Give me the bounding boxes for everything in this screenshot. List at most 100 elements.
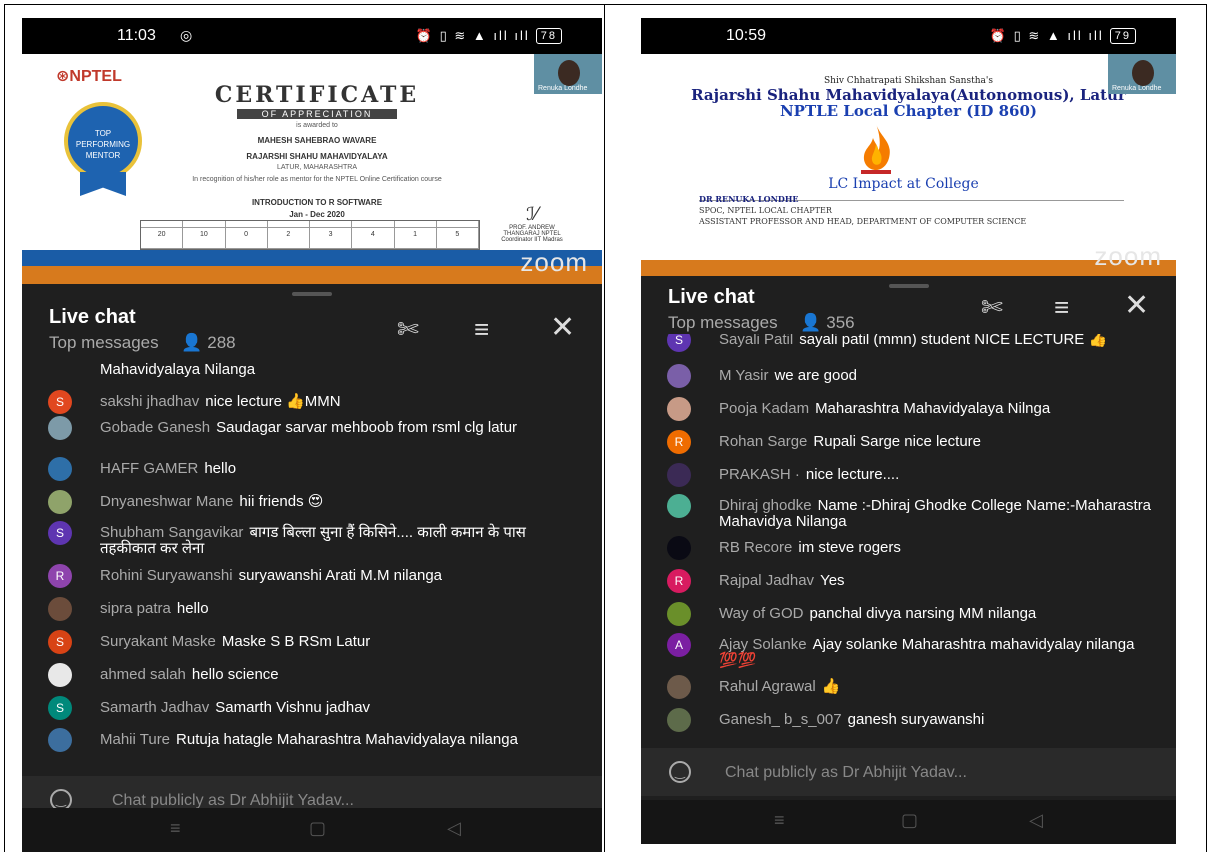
chat-author[interactable]: Dnyaneshwar Mane bbox=[100, 493, 233, 510]
chat-author[interactable]: Rohini Suryawanshi bbox=[100, 567, 233, 584]
chat-author[interactable]: Samarth Jadhav bbox=[100, 699, 209, 716]
chat-author[interactable]: Rahul Agrawal bbox=[719, 678, 816, 695]
chat-author[interactable]: PRAKASH · bbox=[719, 466, 800, 483]
back-button[interactable]: ◁ bbox=[447, 818, 461, 839]
avatar[interactable] bbox=[667, 494, 691, 518]
avatar[interactable] bbox=[667, 463, 691, 487]
participant-thumbnail[interactable]: Renuka Londhe bbox=[532, 54, 602, 94]
chat-body: Rutuja hatagle Maharashtra Mahavidyalaya… bbox=[176, 731, 518, 748]
menu-button[interactable]: ≡ bbox=[170, 818, 181, 839]
chat-body: Yes bbox=[820, 572, 845, 589]
avatar[interactable] bbox=[48, 490, 72, 514]
chat-author[interactable]: Rohan Sarge bbox=[719, 433, 807, 450]
avatar[interactable] bbox=[48, 597, 72, 621]
phone-screen-left: 11:03 ◎ ⏰ ▯ ≋ ▲ ıll ıll 78 ⊛NPTEL TOP PE… bbox=[22, 18, 602, 852]
chat-message-text: Rajpal Jadhav Yes bbox=[719, 573, 1156, 589]
chat-author[interactable]: sipra patra bbox=[100, 600, 171, 617]
avatar[interactable]: R bbox=[48, 564, 72, 588]
table-cell: 4 bbox=[352, 228, 395, 249]
chat-author[interactable]: Shubham Sangavikar bbox=[100, 524, 243, 541]
chat-author[interactable]: ahmed salah bbox=[100, 666, 186, 683]
chat-message-text: Gobade Ganesh Saudagar sarvar mehboob fro… bbox=[100, 420, 582, 436]
certificate-awarded: is awarded to bbox=[296, 122, 338, 129]
chat-subtitle[interactable]: Top messages 👤 356 bbox=[668, 313, 855, 333]
avatar[interactable]: S bbox=[48, 630, 72, 654]
filter-icon[interactable]: ≡ bbox=[1054, 292, 1069, 323]
avatar[interactable] bbox=[667, 602, 691, 626]
home-button[interactable]: ▢ bbox=[309, 818, 326, 839]
scissors-icon[interactable]: ✄ bbox=[397, 314, 419, 345]
avatar[interactable] bbox=[48, 728, 72, 752]
chat-author[interactable]: Way of GOD bbox=[719, 605, 803, 622]
signature-block: ℐ⁄ PROF. ANDREW THANGARAJ NPTEL Coordina… bbox=[492, 204, 572, 243]
chat-author[interactable]: Ganesh_ b_s_007 bbox=[719, 711, 842, 728]
chat-body: panchal divya narsing MM nilanga bbox=[809, 605, 1037, 622]
filter-icon[interactable]: ≡ bbox=[474, 314, 489, 345]
scissors-icon[interactable]: ✄ bbox=[981, 292, 1003, 323]
certificate-title: CERTIFICATE bbox=[214, 82, 420, 108]
avatar[interactable] bbox=[667, 536, 691, 560]
avatar[interactable] bbox=[667, 397, 691, 421]
avatar[interactable]: R bbox=[667, 569, 691, 593]
close-icon[interactable]: ✕ bbox=[1124, 288, 1149, 323]
avatar[interactable]: S bbox=[48, 390, 72, 414]
chat-input[interactable]: Chat publicly as Dr Abhijit Yadav... bbox=[725, 764, 967, 782]
avatar[interactable] bbox=[48, 416, 72, 440]
chat-input-bar[interactable]: ‿ Chat publicly as Dr Abhijit Yadav... bbox=[641, 748, 1176, 796]
close-icon[interactable]: ✕ bbox=[550, 310, 575, 345]
battery-icon: 79 bbox=[1109, 28, 1136, 44]
avatar[interactable]: R bbox=[667, 430, 691, 454]
participant-name: Renuka Londhe bbox=[538, 85, 588, 92]
avatar[interactable]: S bbox=[48, 696, 72, 720]
home-button[interactable]: ▢ bbox=[901, 810, 918, 831]
phone-screen-right: 10:59 ⏰ ▯ ≋ ▲ ıll ıll 79 Shiv Chhatrapat… bbox=[641, 18, 1176, 844]
viewers-icon: 👤 bbox=[800, 313, 822, 332]
status-signal-icons: ⏰ ▯ ≋ ▲ ıll ıll bbox=[989, 28, 1104, 43]
avatar[interactable] bbox=[48, 663, 72, 687]
avatar[interactable] bbox=[48, 457, 72, 481]
chat-body: 👍 bbox=[821, 678, 841, 695]
chat-message-text: ahmed salah hello science bbox=[100, 667, 582, 683]
avatar[interactable]: A bbox=[667, 633, 691, 657]
drag-handle[interactable] bbox=[292, 292, 332, 296]
back-button[interactable]: ◁ bbox=[1029, 810, 1043, 831]
avatar[interactable] bbox=[667, 675, 691, 699]
avatar[interactable] bbox=[667, 708, 691, 732]
chat-author[interactable]: Pooja Kadam bbox=[719, 400, 809, 417]
status-bar: 10:59 ⏰ ▯ ≋ ▲ ıll ıll 79 bbox=[641, 18, 1176, 54]
chat-message-text: Pooja Kadam Maharashtra Mahavidyalaya Nil… bbox=[719, 401, 1156, 417]
chat-author[interactable]: Mahii Ture bbox=[100, 731, 170, 748]
video-share-screen[interactable]: ⊛NPTEL TOP PERFORMING MENTOR CERTIFICATE… bbox=[22, 54, 602, 284]
chat-body: hello bbox=[204, 460, 237, 477]
chat-body: Samarth Vishnu jadhav bbox=[215, 699, 371, 716]
chat-message-list[interactable]: S Sayali Patil sayali patil (mmn) student … bbox=[641, 334, 1176, 746]
chat-body: hello bbox=[176, 600, 209, 617]
chat-body: Rupali Sarge nice lecture bbox=[813, 433, 981, 450]
chat-author[interactable]: sakshi jhadhav bbox=[100, 393, 199, 410]
chat-title: Live chat bbox=[668, 286, 755, 308]
chat-message-text: Sayali Patil sayali patil (mmn) student N… bbox=[719, 334, 1156, 348]
chat-message-list[interactable]: Mahavidyalaya Nilanga Ssakshi jhadhav nic… bbox=[22, 356, 602, 776]
emoji-icon[interactable]: ‿ bbox=[669, 761, 691, 783]
chat-author[interactable]: RB Recore bbox=[719, 539, 792, 556]
viewers-icon: 👤 bbox=[181, 333, 203, 352]
chat-subtitle[interactable]: Top messages 👤 288 bbox=[49, 333, 236, 353]
chat-author[interactable]: Suryakant Maske bbox=[100, 633, 216, 650]
chat-author[interactable]: Dhiraj ghodke bbox=[719, 497, 812, 514]
avatar[interactable] bbox=[667, 364, 691, 388]
drag-handle[interactable] bbox=[888, 284, 929, 288]
participant-thumbnail[interactable]: Renuka Londhe bbox=[1106, 54, 1176, 94]
chat-author[interactable]: Rajpal Jadhav bbox=[719, 572, 814, 589]
certificate-subtitle: OF APPRECIATION bbox=[237, 109, 397, 119]
chat-author[interactable]: HAFF GAMER bbox=[100, 460, 198, 477]
chat-author[interactable]: Sayali Patil bbox=[719, 334, 793, 348]
chat-author[interactable]: Gobade Ganesh bbox=[100, 419, 210, 436]
chat-author[interactable]: Ajay Solanke bbox=[719, 636, 807, 653]
video-share-screen[interactable]: Shiv Chhatrapati Shikshan Sanstha's Raja… bbox=[641, 54, 1176, 276]
status-icons: ⏰ ▯ ≋ ▲ ıll ıll 78 bbox=[416, 28, 562, 44]
android-navbar: ≡ ▢ ◁ bbox=[22, 808, 602, 852]
chat-author[interactable]: M Yasir bbox=[719, 367, 768, 384]
avatar[interactable]: S bbox=[48, 521, 72, 545]
avatar[interactable]: S bbox=[667, 334, 691, 352]
menu-button[interactable]: ≡ bbox=[774, 810, 785, 831]
